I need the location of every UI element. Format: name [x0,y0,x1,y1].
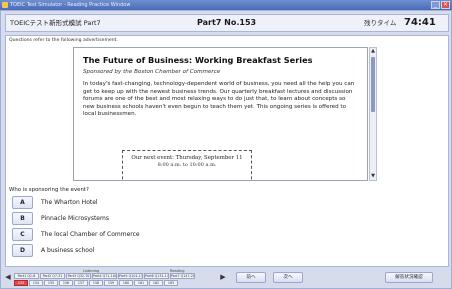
scroll-thumb[interactable] [371,57,375,112]
window-controls: _ × [431,1,450,9]
part-cell[interactable]: Part7 Q147-200 [170,273,195,279]
option-d: D A business school [12,243,212,259]
part-cell[interactable]: Part6 Q131-146 [144,273,169,279]
minimize-button[interactable]: _ [431,1,440,9]
test-header: TOEICテスト新形式模試 Part7 Part7 No.153 残りタイム 7… [5,14,449,32]
window-titlebar: TOEIC Test Simulator - Reading Practice … [0,0,452,10]
next-button[interactable]: 次へ [273,272,303,283]
question-cell[interactable]: 157 [74,280,88,286]
part-progress: Part1 Q1-6 Part2 Q7-31 Part3 Q32-70 Part… [14,273,196,279]
passage-scrollbar[interactable]: ▲ ▼ [369,47,377,181]
question-cell[interactable]: 163 [164,280,178,286]
option-a-button[interactable]: A [12,196,33,209]
option-c-text: The local Chamber of Commerce [41,231,140,238]
part-cell[interactable]: Part1 Q1-6 [14,273,39,279]
option-d-text: A business school [41,247,95,254]
question-cell[interactable]: 160 [119,280,133,286]
part-number: Part7 No.153 [197,18,257,27]
event-date: Our next event: Thursday, September 11 [131,155,243,161]
option-a: A The Wharton Hotel [12,195,212,211]
app-icon [2,2,8,8]
timer-label: 残りタイム [364,19,397,27]
option-a-text: The Wharton Hotel [41,199,98,206]
scroll-down-icon[interactable]: ▼ [370,173,376,180]
part-cell[interactable]: Part4 Q71-100 [92,273,117,279]
scroll-left-icon[interactable]: ◀ [5,272,11,282]
close-button[interactable]: × [441,1,450,9]
question-cell[interactable]: 159 [104,280,118,286]
scroll-right-icon[interactable]: ▶ [220,272,226,282]
navigation-bar: ◀ Listening Reading Part1 Q1-6 Part2 Q7-… [5,269,449,287]
question-cell[interactable]: 154 [29,280,43,286]
question-cell[interactable]: 162 [149,280,163,286]
passage-title: The Future of Business: Working Breakfas… [83,55,313,65]
part-cell[interactable]: Part2 Q7-31 [40,273,65,279]
answer-status-button[interactable]: 解答状況確認 [385,272,433,283]
question-cell[interactable]: 158 [89,280,103,286]
question-cell[interactable]: 156 [59,280,73,286]
window-title: TOEIC Test Simulator - Reading Practice … [10,2,131,8]
passage-body: In today's fast-changing, technology-dep… [83,81,355,118]
passage-sponsor: Sponsored by the Boston Chamber of Comme… [83,69,221,75]
previous-button[interactable]: 前へ [236,272,266,283]
event-time: 8:00 a.m. to 10:00 a.m. [157,162,217,168]
option-d-button[interactable]: D [12,244,33,257]
test-name: TOEICテスト新形式模試 Part7 [10,19,101,27]
question-area: Questions refer to the following adverti… [5,35,449,267]
question-text: Who is sponsoring the event? [9,187,89,193]
directions-text: Questions refer to the following adverti… [9,38,118,43]
app-window: TOEICテスト新形式模試 Part7 Part7 No.153 残りタイム 7… [0,10,452,289]
option-c-button[interactable]: C [12,228,33,241]
event-box: Our next event: Thursday, September 11 8… [122,150,252,180]
part-cell[interactable]: Part3 Q32-70 [66,273,91,279]
option-b-button[interactable]: B [12,212,33,225]
answer-options: A The Wharton Hotel B Pinnacle Microsyst… [12,195,212,259]
question-cell[interactable]: 155 [44,280,58,286]
question-cell-current[interactable]: 153 [14,280,28,286]
timer-value: 74:41 [404,17,436,28]
part-cell[interactable]: Part5 Q101-130 [118,273,143,279]
option-b: B Pinnacle Microsystems [12,211,212,227]
option-c: C The local Chamber of Commerce [12,227,212,243]
question-progress: 153 154 155 156 157 158 159 160 161 162 … [14,280,179,286]
scroll-up-icon[interactable]: ▲ [370,48,376,55]
reading-passage[interactable]: The Future of Business: Working Breakfas… [73,47,368,181]
question-cell[interactable]: 161 [134,280,148,286]
option-b-text: Pinnacle Microsystems [41,215,109,222]
